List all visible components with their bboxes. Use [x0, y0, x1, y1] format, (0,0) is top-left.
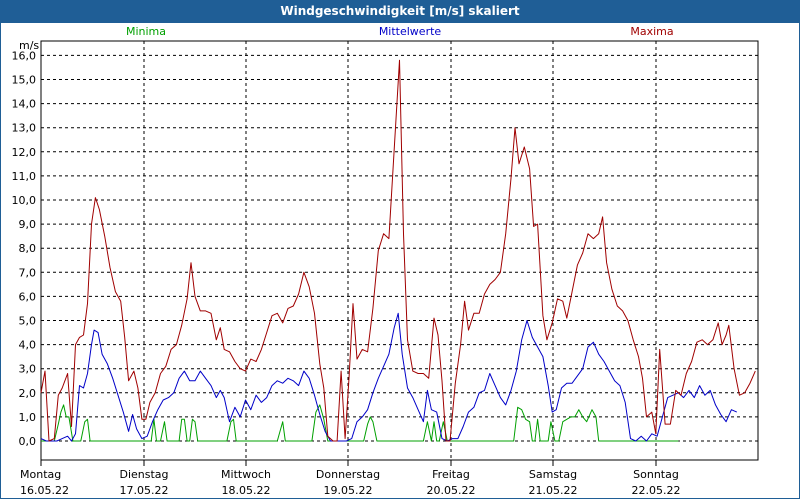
x-tick-date: 21.05.22 [529, 484, 578, 497]
y-tick-label: 10,0 [12, 194, 37, 207]
legend-item: Maxima [630, 25, 673, 38]
x-tick-date: 16.05.22 [20, 484, 69, 497]
x-tick-day: Mittwoch [221, 468, 271, 481]
x-tick-day: Freitag [432, 468, 470, 481]
y-axis-ticks: 16,0 15,0 14,0 13,0 12,0 11,0 10,0 9,0 8,0 7,0 6,0… [12, 49, 37, 448]
x-tick-date: 17.05.22 [120, 484, 169, 497]
x-tick-date: 18.05.22 [222, 484, 271, 497]
y-tick-label: 16,0 [12, 49, 37, 62]
y-tick-label: 15,0 [12, 74, 37, 87]
x-tick-date: 20.05.22 [427, 484, 476, 497]
y-tick-label: 4,0 [19, 339, 37, 352]
legend-item: Mittelwerte [379, 25, 442, 38]
y-tick-label: 6,0 [19, 290, 37, 303]
y-tick-label: 13,0 [12, 122, 37, 135]
y-tick-label: 3,0 [19, 363, 37, 376]
plot-area [40, 40, 759, 461]
x-tick-day: Samstag [529, 468, 577, 481]
y-tick-label: 1,0 [19, 411, 37, 424]
y-tick-label: 8,0 [19, 242, 37, 255]
x-tick-day: Donnerstag [316, 468, 380, 481]
x-tick-day: Dienstag [119, 468, 168, 481]
chart-legend: Minima Mittelwerte Maxima [126, 25, 674, 38]
y-tick-label: 0,0 [19, 435, 37, 448]
x-axis-ticks: Montag 16.05.22 Dienstag 17.05.22 Mittwoch 18… [20, 460, 680, 497]
y-tick-label: 7,0 [19, 266, 37, 279]
wind-speed-chart: m/s 16,015,014,013,012,011,010,09,08,07,… [12, 25, 759, 497]
chart-window: Windgeschwindigkeit [m/s] skaliert m/s 1… [0, 0, 800, 500]
y-tick-label: 11,0 [12, 170, 37, 183]
y-tick-label: 12,0 [12, 146, 37, 159]
y-tick-label: 5,0 [19, 315, 37, 328]
x-tick-date: 19.05.22 [324, 484, 373, 497]
x-tick-date: 22.05.22 [632, 484, 681, 497]
x-tick-day: Sonntag [633, 468, 679, 481]
y-tick-label: 9,0 [19, 218, 37, 231]
x-tick-day: Montag [20, 468, 61, 481]
y-tick-label: 2,0 [19, 387, 37, 400]
legend-item: Minima [126, 25, 166, 38]
y-tick-label: 14,0 [12, 98, 37, 111]
